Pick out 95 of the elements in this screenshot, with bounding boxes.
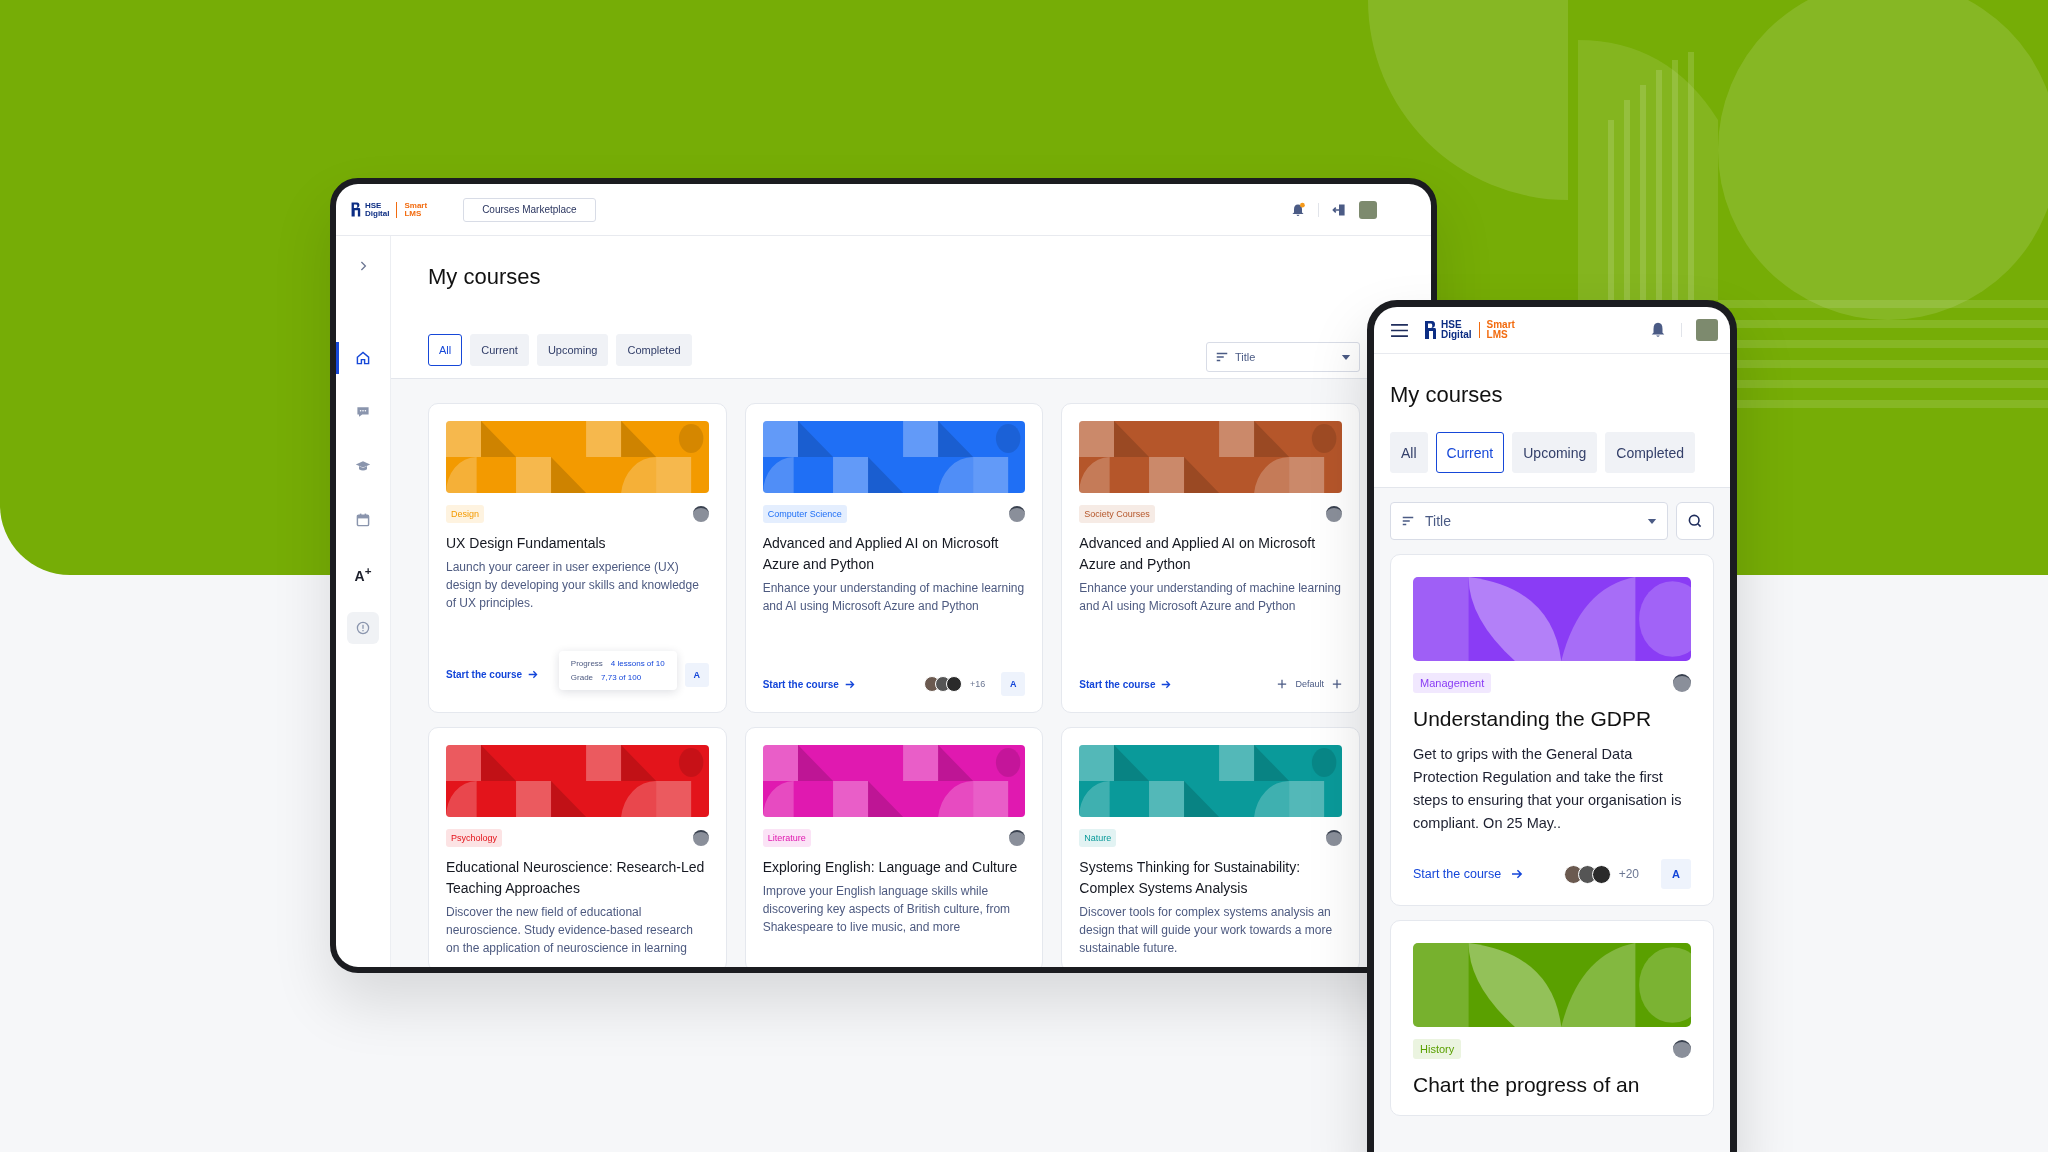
teacher-avatar — [1326, 830, 1342, 846]
course-card[interactable]: Psychology Educational Neuroscience: Research-Led Teaching Approaches Discover the new field of educational neuroscience. Study evidence-based research on the application of neuroscience in learning — [428, 727, 727, 967]
notification-bell-icon[interactable] — [1649, 321, 1667, 339]
course-title: UX Design Fundamentals — [446, 534, 607, 553]
teacher-avatar — [692, 830, 709, 846]
progress-value: 4 lessons of 10 — [610, 659, 665, 668]
arrow-right-icon — [1161, 679, 1172, 689]
arrow-right-icon — [1511, 869, 1524, 879]
plus-icon[interactable] — [1277, 679, 1288, 689]
marketplace-button[interactable]: Courses Marketplace — [463, 197, 596, 222]
course-description: Enhance your understanding of machine learning and AI using Microsoft Azure and Python — [762, 580, 1026, 615]
progress-label: Progress — [570, 659, 603, 668]
grade-badge[interactable]: A — [684, 662, 709, 687]
filter-tab[interactable]: Current — [1435, 432, 1505, 473]
course-description: Discover the new field of educational neuroscience. Study evidence-based research on the application of neuroscience in learning — [446, 904, 694, 957]
product-name: Smart LMS — [1486, 320, 1515, 340]
grade-label: Grade — [570, 673, 594, 682]
learner-count: +20 — [1618, 867, 1639, 881]
logout-icon[interactable] — [1331, 201, 1347, 218]
course-title: Advanced and Applied AI on Microsoft Azure and Python — [762, 534, 1000, 574]
course-card[interactable]: Literature Exploring English: Language and Culture Improve your English language skills while discovering key aspects of British culture, from Shakespeare to live music, and more — [744, 727, 1044, 967]
grade-badge[interactable]: A — [1001, 672, 1026, 696]
course-card[interactable]: Society Courses Advanced and Applied AI on Microsoft Azure and Python Enhance your understanding of machine learning and AI using Microsoft Azure and Python Start the course Default — [1061, 403, 1360, 713]
learner-avatars — [924, 676, 963, 692]
sort-dropdown[interactable]: Title — [1206, 342, 1360, 372]
grade-badge[interactable]: A — [1661, 859, 1691, 889]
category-tag: Nature — [1079, 829, 1117, 847]
home-icon — [355, 350, 371, 366]
start-course-link[interactable]: Start the course — [1079, 678, 1172, 690]
course-card[interactable]: Design UX Design Fundamentals Launch your career in user experience (UX) design by developing your skills and knowledge of UX principles. Start the course Progress 4 lessons of 10 Grade 7,73 of 100 A — [428, 403, 727, 713]
page-title: My courses — [428, 264, 542, 290]
logo-text: HSE Digital — [365, 201, 390, 218]
teacher-avatar — [1009, 830, 1026, 846]
course-title: Understanding the GDPR — [1413, 706, 1653, 732]
filter-tab[interactable]: Current — [470, 334, 529, 366]
course-card[interactable]: Management Understanding the GDPR Get to grips with the General Data Protection Regulation and take the first steps to ensuring that your organisation is compliant. On 25 May.. Start the course +20 A — [1390, 554, 1714, 906]
category-tag: History — [1413, 1039, 1462, 1059]
alert-icon — [347, 612, 379, 644]
category-tag: Psychology — [446, 829, 503, 847]
plus-icon[interactable] — [1332, 679, 1342, 689]
sort-icon — [1215, 350, 1229, 364]
category-tag: Design — [446, 505, 484, 523]
category-tag: Computer Science — [762, 505, 847, 523]
sort-icon — [1401, 514, 1415, 528]
grade-value: 7,73 of 100 — [601, 673, 642, 682]
category-tag: Management — [1413, 673, 1492, 693]
default-label: Default — [1295, 679, 1324, 689]
course-title: Systems Thinking for Sustainability: Complex Systems Analysis — [1079, 858, 1302, 898]
course-card[interactable]: History Chart the progress of an — [1390, 920, 1714, 1116]
teacher-avatar — [692, 506, 709, 522]
notification-bell-icon[interactable] — [1290, 201, 1306, 218]
start-course-link[interactable]: Start the course — [446, 669, 539, 680]
teacher-avatar — [1009, 506, 1026, 522]
learner-count: +16 — [970, 679, 986, 689]
course-card[interactable]: Computer Science Advanced and Applied AI on Microsoft Azure and Python Enhance your understanding of machine learning and AI using Microsoft Azure and Python Start the course +16 A — [744, 403, 1044, 713]
category-tag: Literature — [762, 829, 811, 847]
logo-mark-icon — [1423, 320, 1437, 340]
teacher-avatar — [1326, 506, 1342, 522]
course-description: Get to grips with the General Data Protection Regulation and take the first steps to ensuring that your organisation is compliant. On 25 May.. — [1413, 745, 1683, 833]
course-description: Improve your English language skills while discovering key aspects of British culture, from Shakespeare to live music, and more — [762, 883, 1012, 936]
page-title: My courses — [1390, 382, 1504, 408]
category-tag: Society Courses — [1079, 505, 1155, 523]
search-button[interactable] — [1676, 502, 1714, 540]
learner-avatars — [1563, 864, 1611, 884]
arrow-right-icon — [528, 670, 539, 679]
product-name: Smart LMS — [404, 201, 428, 218]
logo-mark-icon — [350, 201, 361, 218]
filter-tab[interactable]: Upcoming — [536, 334, 609, 366]
caret-icon — [1647, 517, 1657, 525]
calendar-icon — [355, 512, 371, 528]
filter-tab[interactable]: Completed — [616, 334, 692, 366]
course-title: Exploring English: Language and Culture — [762, 858, 1019, 877]
filter-tab[interactable]: All — [1390, 432, 1428, 473]
filter-tab[interactable]: All — [428, 334, 463, 366]
user-avatar[interactable] — [1359, 200, 1377, 219]
course-description: Launch your career in user experience (UX) design by developing your skills and knowledge of UX principles. — [446, 559, 700, 612]
course-title: Educational Neuroscience: Research-Led Teaching Approaches — [446, 858, 706, 898]
arrow-right-icon — [844, 679, 855, 689]
logo-text: HSE Digital — [1441, 320, 1472, 340]
course-title: Chart the progress of an — [1413, 1072, 1641, 1098]
teacher-avatar — [1673, 1040, 1691, 1058]
course-description: Enhance your understanding of machine learning and AI using Microsoft Azure and Python — [1079, 580, 1342, 615]
sort-dropdown[interactable]: Title — [1390, 502, 1668, 540]
caret-icon — [1341, 353, 1351, 361]
start-course-link[interactable]: Start the course — [1413, 867, 1524, 881]
start-course-link[interactable]: Start the course — [762, 678, 855, 690]
menu-icon[interactable] — [1390, 322, 1409, 338]
course-title: Advanced and Applied AI on Microsoft Azure and Python — [1079, 534, 1317, 574]
filter-tab[interactable]: Completed — [1605, 432, 1695, 473]
course-description: Discover tools for complex systems analysis an design that will guide your work towards a more sustainable future. — [1079, 904, 1334, 957]
course-card[interactable]: Nature Systems Thinking for Sustainability: Complex Systems Analysis Discover tools for complex systems analysis an design that will guide your work towards a more sustainable future. — [1061, 727, 1360, 967]
teacher-avatar — [1673, 674, 1691, 692]
search-icon — [1687, 513, 1703, 529]
filter-tab[interactable]: Upcoming — [1512, 432, 1598, 473]
grades-nav-item[interactable]: A$^{+}$ — [336, 558, 390, 590]
